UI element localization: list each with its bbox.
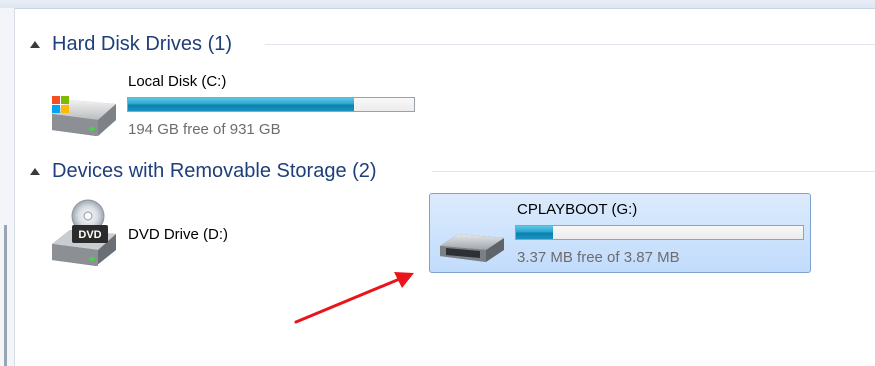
capacity-bar-fill bbox=[128, 98, 354, 111]
group-title: Hard Disk Drives (1) bbox=[52, 32, 233, 55]
capacity-bar-fill bbox=[516, 226, 554, 239]
drive-name: CPLAYBOOT (G:) bbox=[517, 201, 638, 218]
collapse-arrow-icon[interactable] bbox=[30, 40, 40, 48]
group-title: Devices with Removable Storage (2) bbox=[52, 159, 377, 182]
toolbar-strip bbox=[0, 0, 875, 9]
scrollbar[interactable] bbox=[4, 225, 7, 366]
navigation-pane-edge bbox=[0, 8, 15, 366]
dvd-icon-label: DVD bbox=[78, 229, 101, 241]
free-space-text: 194 GB free of 931 GB bbox=[128, 121, 281, 138]
group-divider bbox=[432, 171, 875, 172]
group-divider bbox=[265, 44, 875, 45]
explorer-window: Hard Disk Drives (1) Local Disk (C:) 194… bbox=[0, 0, 875, 366]
dvd-drive-icon: DVD bbox=[52, 199, 116, 266]
capacity-bar bbox=[515, 225, 804, 240]
group-header-removable-storage[interactable]: Devices with Removable Storage (2) bbox=[30, 156, 377, 186]
drive-name: Local Disk (C:) bbox=[128, 73, 227, 90]
collapse-arrow-icon[interactable] bbox=[30, 167, 40, 175]
red-arrow-icon bbox=[294, 272, 414, 324]
group-header-hard-disk-drives[interactable]: Hard Disk Drives (1) bbox=[30, 29, 232, 59]
drive-cplayboot-g[interactable]: CPLAYBOOT (G:) 3.37 MB free of 3.87 MB bbox=[429, 193, 811, 273]
drive-name: DVD Drive (D:) bbox=[128, 226, 228, 243]
free-space-text: 3.37 MB free of 3.87 MB bbox=[517, 249, 680, 266]
usb-drive-icon bbox=[440, 234, 504, 262]
hard-drive-windows-icon bbox=[52, 96, 116, 136]
capacity-bar bbox=[127, 97, 415, 112]
